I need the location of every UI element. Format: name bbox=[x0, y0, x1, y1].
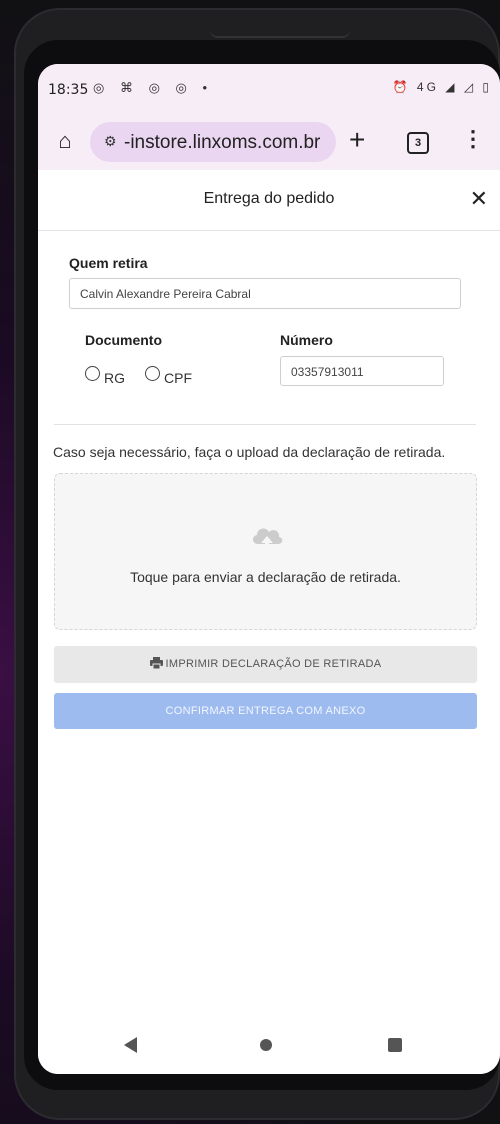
recent-apps-icon[interactable] bbox=[388, 1038, 402, 1052]
system-status-icons: ⏰ 4G ◢ ◿ ▯ bbox=[392, 80, 492, 94]
status-time: 18:35 bbox=[48, 82, 89, 98]
radio-rg[interactable] bbox=[85, 366, 100, 381]
phone-screen: 18:35 ◎ ⌘ ◎ ◎ • ⏰ 4G ◢ ◿ ▯ ⌂ ⚙ -instore.… bbox=[38, 64, 500, 1074]
numero-input[interactable]: 03357913011 bbox=[280, 356, 444, 386]
more-menu-icon[interactable]: ⋮ bbox=[462, 126, 484, 152]
home-nav-icon[interactable] bbox=[260, 1039, 272, 1051]
browser-toolbar: ⌂ ⚙ -instore.linxoms.com.br + 3 ⋮ bbox=[38, 114, 500, 171]
confirm-delivery-button[interactable]: CONFIRMAR ENTREGA COM ANEXO bbox=[54, 693, 477, 729]
site-settings-icon[interactable]: ⚙ bbox=[104, 133, 117, 150]
quem-retira-input[interactable]: Calvin Alexandre Pereira Cabral bbox=[69, 278, 461, 309]
print-button-label: IMPRIMIR DECLARAÇÃO DE RETIRADA bbox=[165, 658, 382, 670]
notification-icons: ◎ ⌘ ◎ ◎ • bbox=[93, 80, 214, 95]
section-divider bbox=[54, 424, 476, 425]
modal-header: Entrega do pedido ✕ bbox=[38, 170, 500, 231]
print-declaration-button[interactable]: IMPRIMIR DECLARAÇÃO DE RETIRADA bbox=[54, 646, 477, 682]
radio-cpf[interactable] bbox=[145, 366, 160, 381]
radio-rg-label[interactable]: RG bbox=[104, 370, 125, 386]
system-nav-bar bbox=[38, 1029, 500, 1074]
upload-hint: Caso seja necessário, faça o upload da d… bbox=[53, 444, 446, 460]
documento-label: Documento bbox=[85, 332, 162, 348]
tab-switcher-button[interactable]: 3 bbox=[407, 132, 429, 154]
modal-title: Entrega do pedido bbox=[203, 190, 335, 207]
phone-speaker bbox=[210, 26, 350, 38]
dropzone-text: Toque para enviar a declaração de retira… bbox=[130, 569, 401, 585]
upload-dropzone[interactable]: Toque para enviar a declaração de retira… bbox=[54, 473, 477, 630]
printer-icon bbox=[149, 657, 163, 669]
cloud-upload-icon bbox=[252, 528, 283, 553]
radio-cpf-label[interactable]: CPF bbox=[164, 370, 192, 386]
back-icon[interactable] bbox=[124, 1037, 137, 1053]
home-icon[interactable]: ⌂ bbox=[52, 128, 78, 154]
numero-label: Número bbox=[280, 332, 333, 348]
status-bar: 18:35 ◎ ⌘ ◎ ◎ • ⏰ 4G ◢ ◿ ▯ bbox=[38, 64, 500, 114]
url-bar[interactable]: ⚙ -instore.linxoms.com.br bbox=[90, 122, 336, 162]
new-tab-icon[interactable]: + bbox=[349, 124, 365, 156]
url-text: -instore.linxoms.com.br bbox=[124, 132, 321, 153]
quem-retira-label: Quem retira bbox=[69, 255, 148, 271]
close-icon[interactable]: ✕ bbox=[470, 186, 488, 212]
